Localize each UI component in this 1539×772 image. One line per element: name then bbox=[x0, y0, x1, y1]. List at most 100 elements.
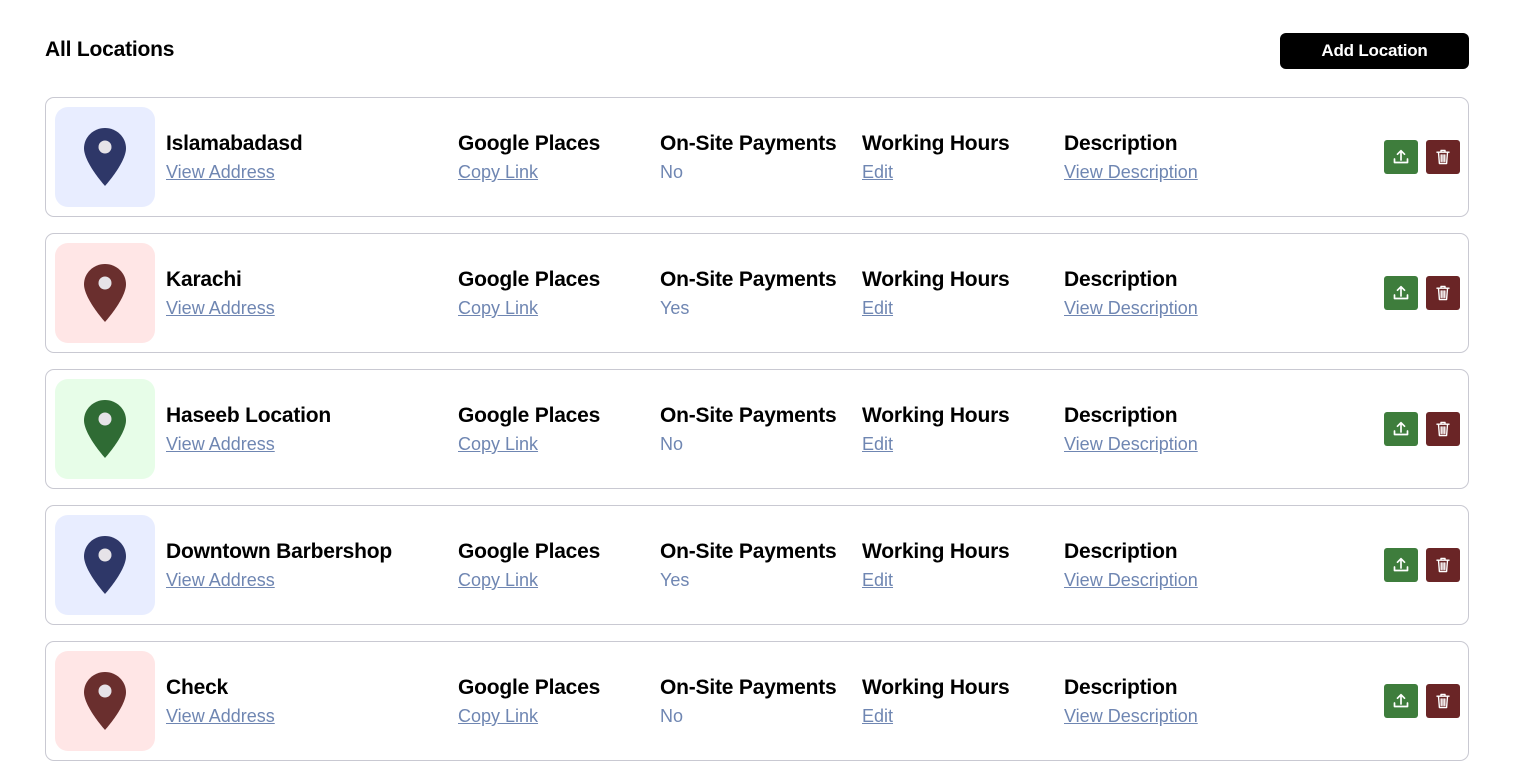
copy-link-link[interactable]: Copy Link bbox=[458, 162, 600, 182]
location-name-column: Islamabadasd View Address bbox=[166, 132, 303, 182]
on-site-payments-heading: On-Site Payments bbox=[660, 404, 837, 427]
view-description-link[interactable]: View Description bbox=[1064, 434, 1198, 454]
location-name: Downtown Barbershop bbox=[166, 540, 393, 563]
upload-icon bbox=[1393, 693, 1409, 708]
description-heading: Description bbox=[1064, 132, 1178, 155]
on-site-payments-column: On-Site Payments No bbox=[660, 676, 837, 726]
location-pin-icon bbox=[84, 536, 126, 594]
view-address-link[interactable]: View Address bbox=[166, 298, 275, 318]
location-icon-tile bbox=[55, 243, 155, 343]
on-site-payments-value: Yes bbox=[660, 298, 690, 318]
locations-list: Islamabadasd View Address Google Places … bbox=[45, 97, 1469, 772]
on-site-payments-column: On-Site Payments Yes bbox=[660, 268, 837, 318]
copy-link-link[interactable]: Copy Link bbox=[458, 298, 600, 318]
edit-hours-link[interactable]: Edit bbox=[862, 434, 1010, 454]
description-heading: Description bbox=[1064, 676, 1178, 699]
upload-button[interactable] bbox=[1384, 548, 1418, 582]
upload-button[interactable] bbox=[1384, 412, 1418, 446]
location-icon-tile bbox=[55, 379, 155, 479]
location-pin-icon bbox=[84, 400, 126, 458]
location-name: Karachi bbox=[166, 268, 242, 291]
on-site-payments-column: On-Site Payments No bbox=[660, 132, 837, 182]
delete-button[interactable] bbox=[1426, 276, 1460, 310]
trash-icon bbox=[1436, 149, 1450, 165]
upload-icon bbox=[1393, 421, 1409, 436]
location-name: Islamabadasd bbox=[166, 132, 303, 155]
add-location-button[interactable]: Add Location bbox=[1280, 33, 1469, 69]
view-description-link[interactable]: View Description bbox=[1064, 570, 1198, 590]
location-name: Check bbox=[166, 676, 229, 699]
delete-button[interactable] bbox=[1426, 548, 1460, 582]
google-places-column: Google Places Copy Link bbox=[458, 268, 600, 318]
upload-button[interactable] bbox=[1384, 684, 1418, 718]
working-hours-column: Working Hours Edit bbox=[862, 676, 1010, 726]
view-address-link[interactable]: View Address bbox=[166, 570, 392, 590]
trash-icon bbox=[1436, 285, 1450, 301]
location-pin-icon bbox=[84, 128, 126, 186]
delete-button[interactable] bbox=[1426, 140, 1460, 174]
on-site-payments-heading: On-Site Payments bbox=[660, 268, 837, 291]
google-places-heading: Google Places bbox=[458, 404, 601, 427]
location-icon-tile bbox=[55, 651, 155, 751]
location-card: Check View Address Google Places Copy Li… bbox=[45, 641, 1469, 761]
on-site-payments-value: No bbox=[660, 162, 684, 182]
working-hours-column: Working Hours Edit bbox=[862, 404, 1010, 454]
on-site-payments-heading: On-Site Payments bbox=[660, 132, 837, 155]
view-address-link[interactable]: View Address bbox=[166, 162, 303, 182]
working-hours-heading: Working Hours bbox=[862, 676, 1010, 699]
copy-link-link[interactable]: Copy Link bbox=[458, 434, 600, 454]
page-title: All Locations bbox=[45, 38, 175, 61]
description-heading: Description bbox=[1064, 540, 1178, 563]
description-column: Description View Description bbox=[1064, 268, 1198, 318]
working-hours-column: Working Hours Edit bbox=[862, 268, 1010, 318]
trash-icon bbox=[1436, 421, 1450, 437]
view-description-link[interactable]: View Description bbox=[1064, 162, 1198, 182]
google-places-heading: Google Places bbox=[458, 132, 601, 155]
working-hours-heading: Working Hours bbox=[862, 268, 1010, 291]
on-site-payments-heading: On-Site Payments bbox=[660, 676, 837, 699]
upload-button[interactable] bbox=[1384, 140, 1418, 174]
view-description-link[interactable]: View Description bbox=[1064, 706, 1198, 726]
on-site-payments-value: Yes bbox=[660, 570, 690, 590]
location-card: Karachi View Address Google Places Copy … bbox=[45, 233, 1469, 353]
location-icon-tile bbox=[55, 515, 155, 615]
description-column: Description View Description bbox=[1064, 404, 1198, 454]
working-hours-heading: Working Hours bbox=[862, 404, 1010, 427]
description-column: Description View Description bbox=[1064, 132, 1198, 182]
google-places-column: Google Places Copy Link bbox=[458, 540, 600, 590]
upload-icon bbox=[1393, 149, 1409, 164]
description-heading: Description bbox=[1064, 268, 1178, 291]
location-pin-icon bbox=[84, 264, 126, 322]
trash-icon bbox=[1436, 557, 1450, 573]
edit-hours-link[interactable]: Edit bbox=[862, 298, 1010, 318]
google-places-heading: Google Places bbox=[458, 540, 601, 563]
location-name: Haseeb Location bbox=[166, 404, 332, 427]
location-name-column: Check View Address bbox=[166, 676, 275, 726]
location-card: Downtown Barbershop View Address Google … bbox=[45, 505, 1469, 625]
location-icon-tile bbox=[55, 107, 155, 207]
edit-hours-link[interactable]: Edit bbox=[862, 706, 1010, 726]
delete-button[interactable] bbox=[1426, 412, 1460, 446]
google-places-column: Google Places Copy Link bbox=[458, 404, 600, 454]
working-hours-heading: Working Hours bbox=[862, 540, 1010, 563]
view-description-link[interactable]: View Description bbox=[1064, 298, 1198, 318]
working-hours-column: Working Hours Edit bbox=[862, 540, 1010, 590]
google-places-column: Google Places Copy Link bbox=[458, 676, 600, 726]
on-site-payments-value: No bbox=[660, 706, 684, 726]
google-places-heading: Google Places bbox=[458, 676, 601, 699]
location-name-column: Haseeb Location View Address bbox=[166, 404, 331, 454]
edit-hours-link[interactable]: Edit bbox=[862, 570, 1010, 590]
trash-icon bbox=[1436, 693, 1450, 709]
delete-button[interactable] bbox=[1426, 684, 1460, 718]
upload-icon bbox=[1393, 557, 1409, 572]
on-site-payments-value: No bbox=[660, 434, 684, 454]
on-site-payments-heading: On-Site Payments bbox=[660, 540, 837, 563]
view-address-link[interactable]: View Address bbox=[166, 706, 275, 726]
copy-link-link[interactable]: Copy Link bbox=[458, 706, 600, 726]
description-heading: Description bbox=[1064, 404, 1178, 427]
upload-button[interactable] bbox=[1384, 276, 1418, 310]
copy-link-link[interactable]: Copy Link bbox=[458, 570, 600, 590]
edit-hours-link[interactable]: Edit bbox=[862, 162, 1010, 182]
working-hours-heading: Working Hours bbox=[862, 132, 1010, 155]
view-address-link[interactable]: View Address bbox=[166, 434, 331, 454]
